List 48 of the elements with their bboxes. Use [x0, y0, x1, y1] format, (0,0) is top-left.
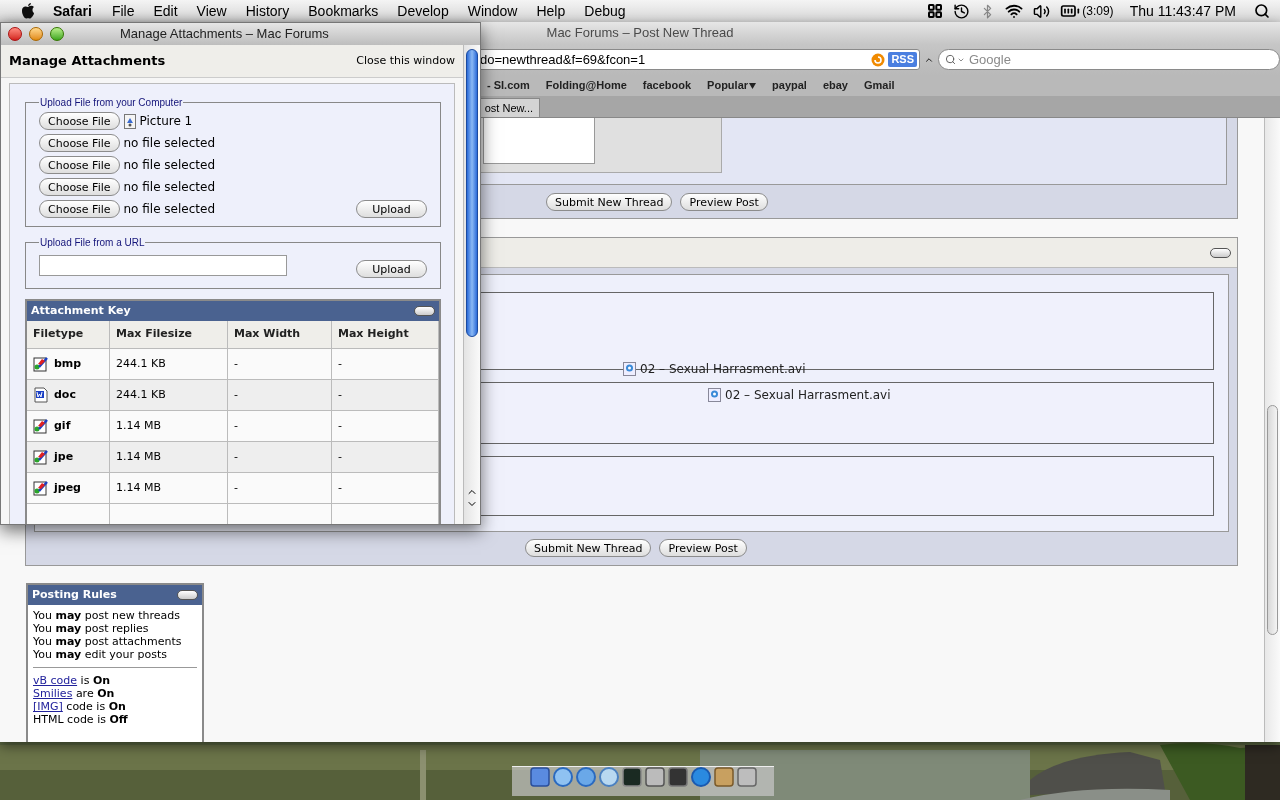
file-name: no file selected: [123, 135, 216, 152]
battery-time: (3:09): [1082, 3, 1114, 20]
table-cell-text: 244.1 KB: [116, 386, 166, 403]
table-cell-text: jpeg: [54, 479, 81, 496]
table-cell-text: doc: [54, 386, 76, 403]
table-cell-text: 1.14 MB: [116, 448, 162, 465]
file-name: no file selected: [123, 179, 216, 196]
permission-text: You may post replies: [33, 622, 150, 636]
table-cell-text: -: [234, 355, 238, 372]
column-header: Filetype: [33, 326, 84, 343]
table-cell-text: -: [234, 479, 238, 496]
table-cell-text: gif: [54, 417, 71, 434]
table-cell-text: -: [234, 386, 238, 403]
permission-text: You may post new threads: [33, 609, 181, 623]
table-title: Attachment Key: [31, 302, 131, 319]
column-header: Max Height: [338, 326, 409, 343]
permission-text: You may post attachments: [33, 635, 183, 649]
table-cell-text: 244.1 KB: [116, 355, 166, 372]
table-cell-text: -: [338, 355, 342, 372]
table-cell-text: jpe: [54, 448, 74, 465]
fieldset-legend: Upload File from your Computer: [39, 95, 184, 110]
file-name: Picture 1: [139, 113, 193, 130]
table-cell-text: -: [234, 448, 238, 465]
search-placeholder: Google: [969, 50, 1011, 69]
window-title: Mac Forums – Post New Thread: [546, 24, 734, 43]
table-cell-text: 1.14 MB: [116, 417, 162, 434]
window-title: Manage Attachments – Mac Forums: [120, 25, 329, 44]
table-cell-text: -: [338, 479, 342, 496]
page-heading: Manage Attachments: [9, 52, 166, 71]
table-cell-text: -: [338, 417, 342, 434]
file-name: no file selected: [123, 157, 216, 174]
dragged-file-name: 02 – Sexual Harrasment.avi: [725, 387, 891, 404]
table-cell-text: -: [234, 417, 238, 434]
table-cell-text: bmp: [54, 355, 82, 372]
address-text: do=newthread&f=69&fcon=1: [480, 50, 646, 69]
fieldset-legend: Upload File from a URL: [39, 235, 146, 250]
table-cell-text: -: [338, 386, 342, 403]
file-name: no file selected: [123, 201, 216, 218]
setting-text: Smilies are On: [33, 687, 116, 701]
permission-text: You may edit your posts: [33, 648, 169, 662]
column-header: Max Filesize: [116, 326, 192, 343]
table-cell-text: -: [338, 448, 342, 465]
setting-text: HTML code is Off: [33, 713, 129, 727]
table-cell-text: 1.14 MB: [116, 479, 162, 496]
box-title: Posting Rules: [32, 587, 117, 604]
setting-text: vB code is On: [33, 674, 112, 688]
column-header: Max Width: [234, 326, 301, 343]
setting-text: [IMG] code is On: [33, 700, 127, 714]
